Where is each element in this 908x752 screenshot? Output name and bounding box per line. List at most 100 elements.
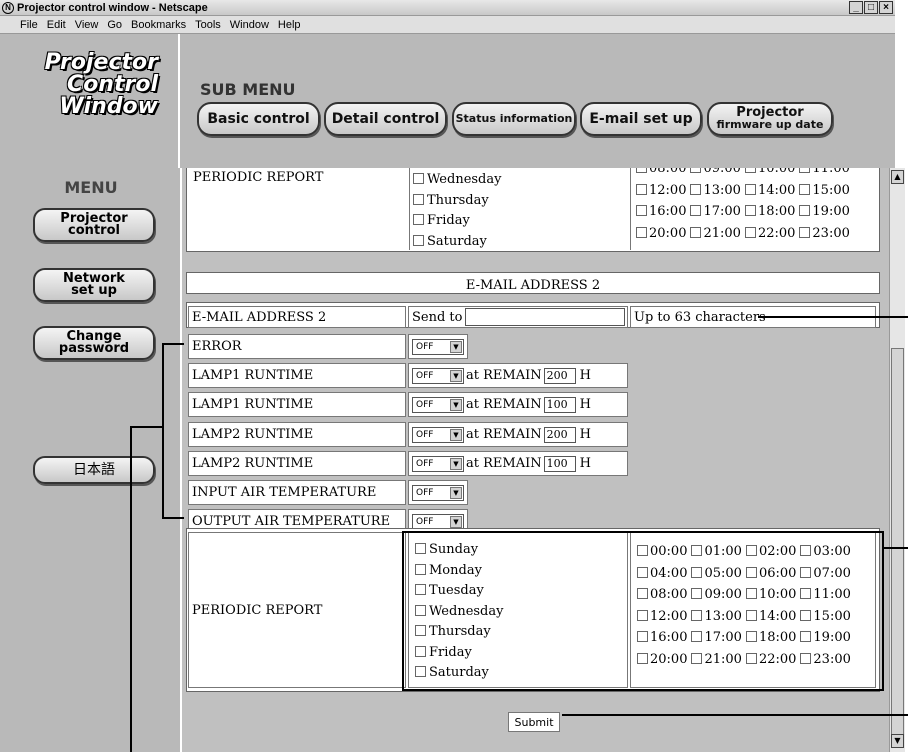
hour-option[interactable]: 19:00 (799, 204, 851, 219)
menu-tools[interactable]: Tools (195, 19, 221, 31)
remain-hours-input[interactable]: 100 (543, 455, 576, 472)
callout-line-report (884, 547, 908, 549)
checkbox[interactable] (744, 183, 756, 195)
scroll-up-icon[interactable]: ▲ (891, 170, 904, 184)
checkbox[interactable] (636, 205, 647, 216)
hour-option[interactable]: 12:00 (636, 183, 688, 198)
close-icon[interactable]: × (879, 1, 893, 14)
day-checkbox-row[interactable]: Wednesday (413, 170, 630, 191)
callout-line-submit (562, 714, 908, 716)
notify-select[interactable]: OFF ▼ (412, 455, 464, 472)
firmware-update-button[interactable]: Projector firmware up date (707, 102, 833, 136)
select-value: OFF (416, 341, 434, 352)
callout-box-report (402, 531, 884, 691)
checkbox[interactable] (744, 205, 756, 216)
status-information-button[interactable]: Status information (452, 102, 576, 136)
email-address-input[interactable] (465, 308, 626, 326)
checkbox[interactable] (799, 183, 811, 195)
hour-option[interactable]: 17:00 (690, 204, 742, 219)
checkbox[interactable] (690, 168, 702, 173)
day-checkbox-row[interactable]: Thursday (413, 191, 630, 212)
hour-option[interactable]: 15:00 (799, 183, 851, 198)
checkbox[interactable] (413, 214, 424, 225)
scroll-down-icon[interactable]: ▼ (891, 734, 904, 748)
japanese-language-button[interactable]: 日本語 (33, 456, 155, 484)
checkbox[interactable] (413, 193, 424, 205)
checkbox[interactable] (690, 205, 702, 216)
checkbox[interactable] (690, 226, 702, 238)
hour-label: 08:00 (649, 168, 687, 176)
remain-hours-input[interactable]: 100 (543, 396, 576, 413)
menu-go[interactable]: Go (107, 19, 122, 31)
checkbox[interactable] (799, 226, 811, 238)
checkbox[interactable] (413, 234, 424, 246)
top-day-list: Wednesday Thursday Friday Saturday (409, 168, 631, 250)
menu-file[interactable]: File (20, 19, 38, 31)
hour-option[interactable]: 18:00 (744, 204, 797, 219)
submenu-title: SUB MENU (200, 80, 296, 99)
hour-option[interactable]: 08:00 (636, 168, 688, 176)
dropdown-arrow-icon[interactable]: ▼ (450, 340, 462, 353)
hour-label: 13:00 (703, 182, 741, 198)
button-label: Basic control (207, 111, 310, 127)
select-value: OFF (416, 516, 434, 527)
hour-option[interactable]: 20:00 (636, 226, 688, 241)
remain-hours-input[interactable]: 200 (543, 426, 576, 443)
checkbox[interactable] (636, 168, 647, 173)
checkbox[interactable] (636, 183, 647, 195)
maximize-icon[interactable]: □ (864, 1, 878, 14)
hour-option[interactable]: 16:00 (636, 204, 688, 219)
scroll-thumb[interactable] (891, 348, 904, 738)
hour-option[interactable]: 22:00 (744, 226, 797, 241)
network-setup-button[interactable]: Network set up (33, 268, 155, 302)
hour-option[interactable]: 10:00 (744, 168, 797, 176)
dropdown-arrow-icon[interactable]: ▼ (450, 457, 462, 470)
menu-view[interactable]: View (75, 19, 99, 31)
notify-select[interactable]: OFF ▼ (412, 484, 464, 501)
notify-select[interactable]: OFF ▼ (412, 367, 464, 384)
checkbox[interactable] (799, 205, 811, 216)
notify-select[interactable]: OFF ▼ (412, 426, 464, 443)
minimize-icon[interactable]: _ (849, 1, 863, 14)
hour-option[interactable]: 09:00 (690, 168, 742, 176)
dropdown-arrow-icon[interactable]: ▼ (450, 428, 462, 441)
checkbox[interactable] (690, 183, 702, 195)
row-label: LAMP2 RUNTIME (188, 451, 406, 476)
dropdown-arrow-icon[interactable]: ▼ (450, 369, 462, 382)
dropdown-arrow-icon[interactable]: ▼ (450, 515, 462, 528)
change-password-button[interactable]: Change password (33, 326, 155, 360)
notify-select[interactable]: OFF ▼ (412, 338, 464, 355)
hour-label: 15:00 (812, 182, 850, 198)
menu-edit[interactable]: Edit (47, 19, 66, 31)
hour-option[interactable]: 13:00 (690, 183, 742, 198)
checkbox[interactable] (799, 168, 811, 173)
day-checkbox-row[interactable]: Saturday (413, 232, 630, 253)
remain-hours-input[interactable]: 200 (543, 367, 576, 384)
checkbox[interactable] (744, 226, 756, 238)
hour-option[interactable]: 14:00 (744, 183, 797, 198)
basic-control-button[interactable]: Basic control (197, 102, 320, 136)
vertical-scrollbar[interactable]: ▲ ▼ (889, 168, 905, 752)
time-row: 12:00 13:00 14:00 15:00 (636, 180, 878, 202)
menu-window[interactable]: Window (230, 19, 269, 31)
checkbox[interactable] (744, 168, 756, 173)
window-title: Projector control window - Netscape (17, 1, 208, 14)
detail-control-button[interactable]: Detail control (324, 102, 447, 136)
submit-button[interactable]: Submit (508, 712, 560, 732)
checkbox[interactable] (413, 173, 424, 184)
menu-bookmarks[interactable]: Bookmarks (131, 19, 186, 31)
hour-option[interactable]: 11:00 (799, 168, 851, 176)
hour-label: 20:00 (649, 225, 687, 241)
day-checkbox-row[interactable]: Friday (413, 211, 630, 232)
notify-select[interactable]: OFF ▼ (412, 396, 464, 413)
hour-option[interactable]: 23:00 (799, 226, 851, 241)
checkbox[interactable] (636, 226, 647, 238)
email-setup-button[interactable]: E-mail set up (580, 102, 702, 136)
projector-control-button[interactable]: Projector control (33, 208, 155, 242)
app-logo: Projector Control Window (18, 52, 158, 118)
dropdown-arrow-icon[interactable]: ▼ (450, 486, 462, 499)
button-label: password (58, 341, 130, 356)
dropdown-arrow-icon[interactable]: ▼ (450, 398, 462, 411)
hour-option[interactable]: 21:00 (690, 226, 742, 241)
menu-help[interactable]: Help (278, 19, 301, 31)
